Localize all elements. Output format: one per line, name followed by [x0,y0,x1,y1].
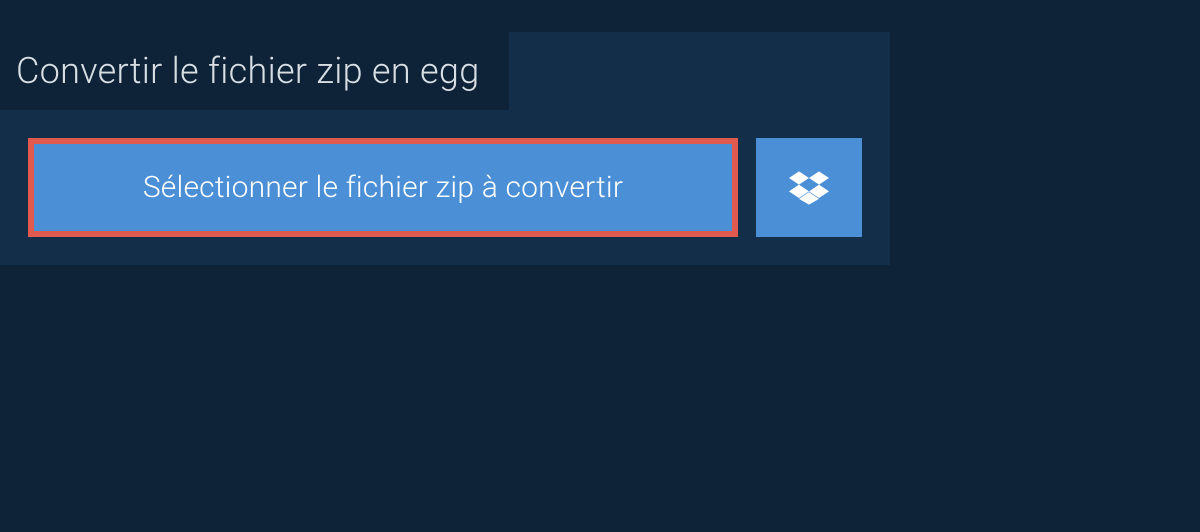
page-title: Convertir le fichier zip en egg [16,50,479,92]
dropbox-button[interactable] [756,138,862,237]
select-file-button[interactable]: Sélectionner le fichier zip à convertir [28,138,738,237]
converter-panel: Convertir le fichier zip en egg Sélectio… [0,32,890,265]
title-container: Convertir le fichier zip en egg [0,32,509,110]
dropbox-icon [789,168,829,208]
button-row: Sélectionner le fichier zip à convertir [0,110,890,265]
select-file-label: Sélectionner le fichier zip à convertir [143,170,623,205]
